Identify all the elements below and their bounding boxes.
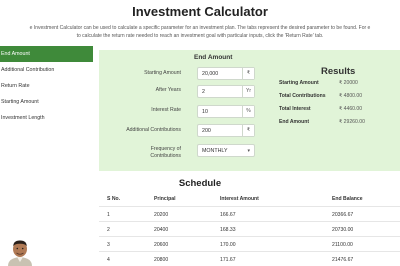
sidebar: End Amount Additional Contribution Retur…	[0, 46, 93, 126]
after-years-label: After Years	[155, 87, 181, 93]
schedule-title: Schedule	[178, 178, 222, 189]
frequency-label-line-1: Frequency of	[150, 146, 181, 152]
sidebar-item-end-amount[interactable]: End Amount	[0, 46, 93, 62]
cell-interest-amount: 170.00	[220, 242, 236, 248]
chevron-down-icon: ▾	[247, 148, 250, 154]
table-row: 2 20400 168.33 20730.00	[99, 221, 400, 236]
results-title: Results	[321, 66, 356, 77]
result-label-end-amount: End Amount	[279, 119, 310, 125]
cell-principal: 20600	[154, 242, 169, 248]
starting-amount-input[interactable]: 20,000 ₹	[197, 67, 255, 80]
additional-contributions-label: Additional Contributions	[126, 127, 181, 133]
frequency-value: MONTHLY	[202, 148, 228, 154]
rupee-icon: ₹	[242, 68, 254, 79]
additional-contributions-value: 200	[202, 128, 211, 134]
result-label-starting-amount: Starting Amount	[279, 80, 319, 86]
calculator-heading: End Amount	[194, 54, 233, 61]
frequency-select[interactable]: MONTHLY ▾	[197, 144, 255, 157]
result-value-end-amount: ₹ 29260.00	[339, 119, 365, 125]
sidebar-item-return-rate[interactable]: Return Rate	[0, 78, 93, 94]
sidebar-item-starting-amount[interactable]: Starting Amount	[0, 94, 93, 110]
starting-amount-label: Starting Amount	[144, 70, 181, 76]
interest-rate-input[interactable]: 10 %	[197, 105, 255, 118]
column-header-sno: S No.	[107, 196, 121, 202]
percent-icon: %	[242, 106, 254, 117]
cell-principal: 20800	[154, 257, 169, 263]
cell-sno: 4	[107, 257, 110, 263]
table-row: 3 20600 170.00 21100.00	[99, 236, 400, 251]
cell-interest-amount: 171.67	[220, 257, 236, 263]
column-header-interest-amount: Interest Amount	[220, 196, 259, 202]
cell-end-balance: 21100.00	[332, 242, 353, 248]
table-row: 1 20200 166.67 20366.67	[99, 206, 400, 221]
result-value-total-contributions: ₹ 4800.00	[339, 93, 363, 99]
interest-rate-label: Interest Rate	[151, 107, 181, 113]
column-header-principal: Principal	[154, 196, 176, 202]
cell-principal: 20200	[154, 212, 169, 218]
column-header-end-balance: End Balance	[332, 196, 363, 202]
frequency-label-line-2: Contributions	[150, 153, 181, 159]
calculator-panel: End Amount Starting Amount 20,000 ₹ Afte…	[99, 50, 400, 171]
cell-sno: 3	[107, 242, 110, 248]
avatar	[6, 237, 34, 266]
after-years-input[interactable]: 2 Yr	[197, 85, 255, 98]
cell-sno: 1	[107, 212, 110, 218]
cell-sno: 2	[107, 227, 110, 233]
page-title: Investment Calculator	[132, 4, 268, 19]
cell-end-balance: 20730.00	[332, 227, 354, 233]
sidebar-item-investment-length[interactable]: Investment Length	[0, 110, 93, 126]
additional-contributions-input[interactable]: 200 ₹	[197, 124, 255, 137]
after-years-value: 2	[202, 89, 205, 95]
cell-principal: 20400	[154, 227, 169, 233]
intro-text: e Investment Calculator can be used to c…	[0, 24, 400, 40]
rupee-icon: ₹	[242, 125, 254, 136]
cell-interest-amount: 168.33	[220, 227, 236, 233]
schedule-table: S No. Principal Interest Amount End Bala…	[99, 191, 400, 266]
years-unit: Yr	[242, 86, 254, 97]
table-header-row: S No. Principal Interest Amount End Bala…	[99, 191, 400, 206]
interest-rate-value: 10	[202, 109, 208, 115]
starting-amount-value: 20,000	[202, 71, 219, 77]
result-label-total-contributions: Total Contributions	[279, 93, 326, 99]
sidebar-item-additional-contribution[interactable]: Additional Contribution	[0, 62, 93, 78]
cell-end-balance: 20366.67	[332, 212, 354, 218]
intro-line-2: to calculate the return rate needed to r…	[76, 33, 324, 39]
table-row: 4 20800 171.67 21476.67	[99, 251, 400, 266]
intro-line-1: e Investment Calculator can be used to c…	[29, 25, 371, 31]
result-label-total-interest: Total Interest	[279, 106, 311, 112]
cell-end-balance: 21476.67	[332, 257, 354, 263]
result-value-total-interest: ₹ 4460.00	[339, 106, 363, 112]
cell-interest-amount: 166.67	[220, 212, 236, 218]
result-value-starting-amount: ₹ 20000	[339, 80, 358, 86]
